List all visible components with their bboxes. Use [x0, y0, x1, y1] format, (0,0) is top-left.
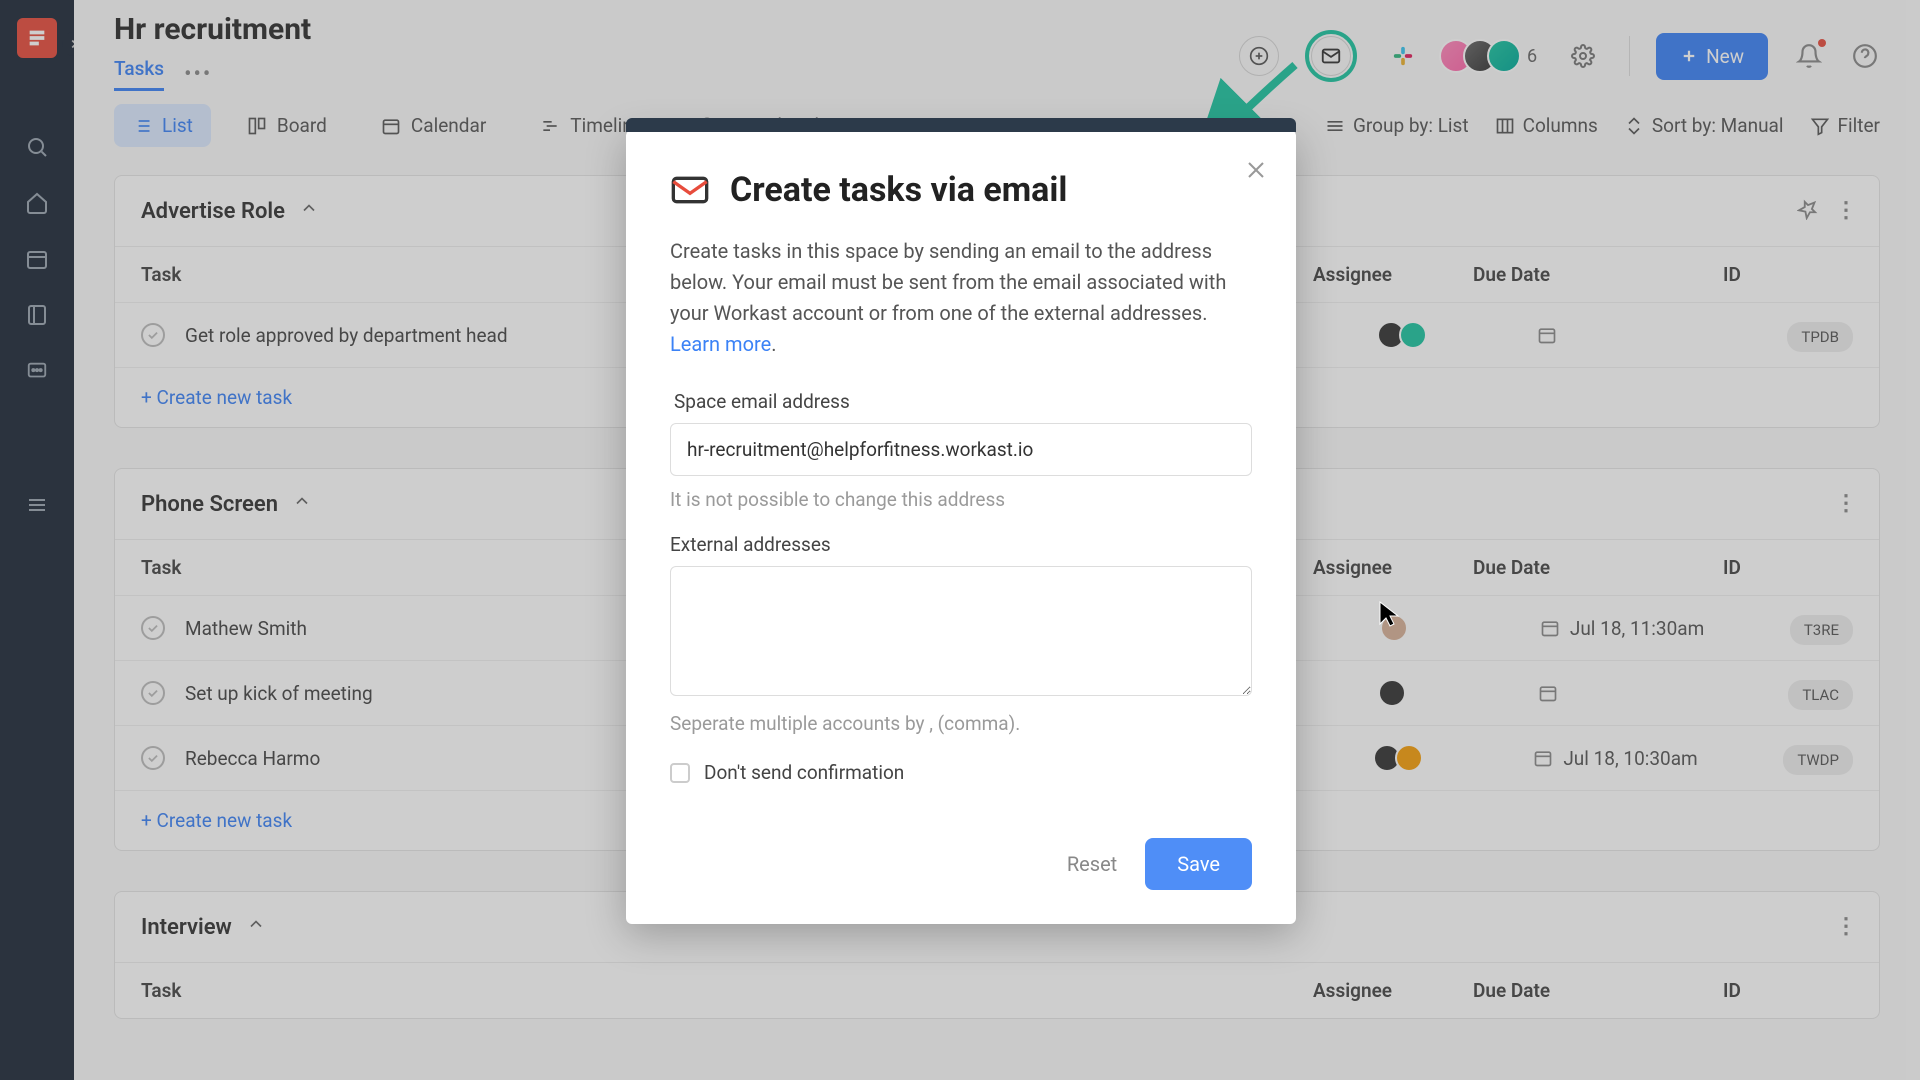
dont-send-checkbox[interactable] [670, 763, 690, 783]
modal-top-bar [626, 118, 1296, 132]
dont-send-label: Don't send confirmation [704, 761, 904, 784]
email-modal: Create tasks via email Create tasks in t… [626, 130, 1296, 924]
modal-title: Create tasks via email [730, 170, 1067, 210]
save-button[interactable]: Save [1145, 838, 1252, 890]
modal-description: Create tasks in this space by sending an… [670, 236, 1252, 360]
envelope-icon [670, 170, 710, 210]
reset-button[interactable]: Reset [1067, 852, 1117, 876]
external-addresses-hint: Seperate multiple accounts by , (comma). [670, 712, 1252, 735]
external-addresses-input[interactable] [670, 566, 1252, 696]
close-icon[interactable] [1244, 158, 1268, 186]
space-email-hint: It is not possible to change this addres… [670, 488, 1252, 511]
space-email-label: Space email address [674, 390, 1252, 413]
external-addresses-label: External addresses [670, 533, 1252, 556]
learn-more-link[interactable]: Learn more [670, 332, 771, 356]
space-email-input[interactable] [670, 423, 1252, 476]
